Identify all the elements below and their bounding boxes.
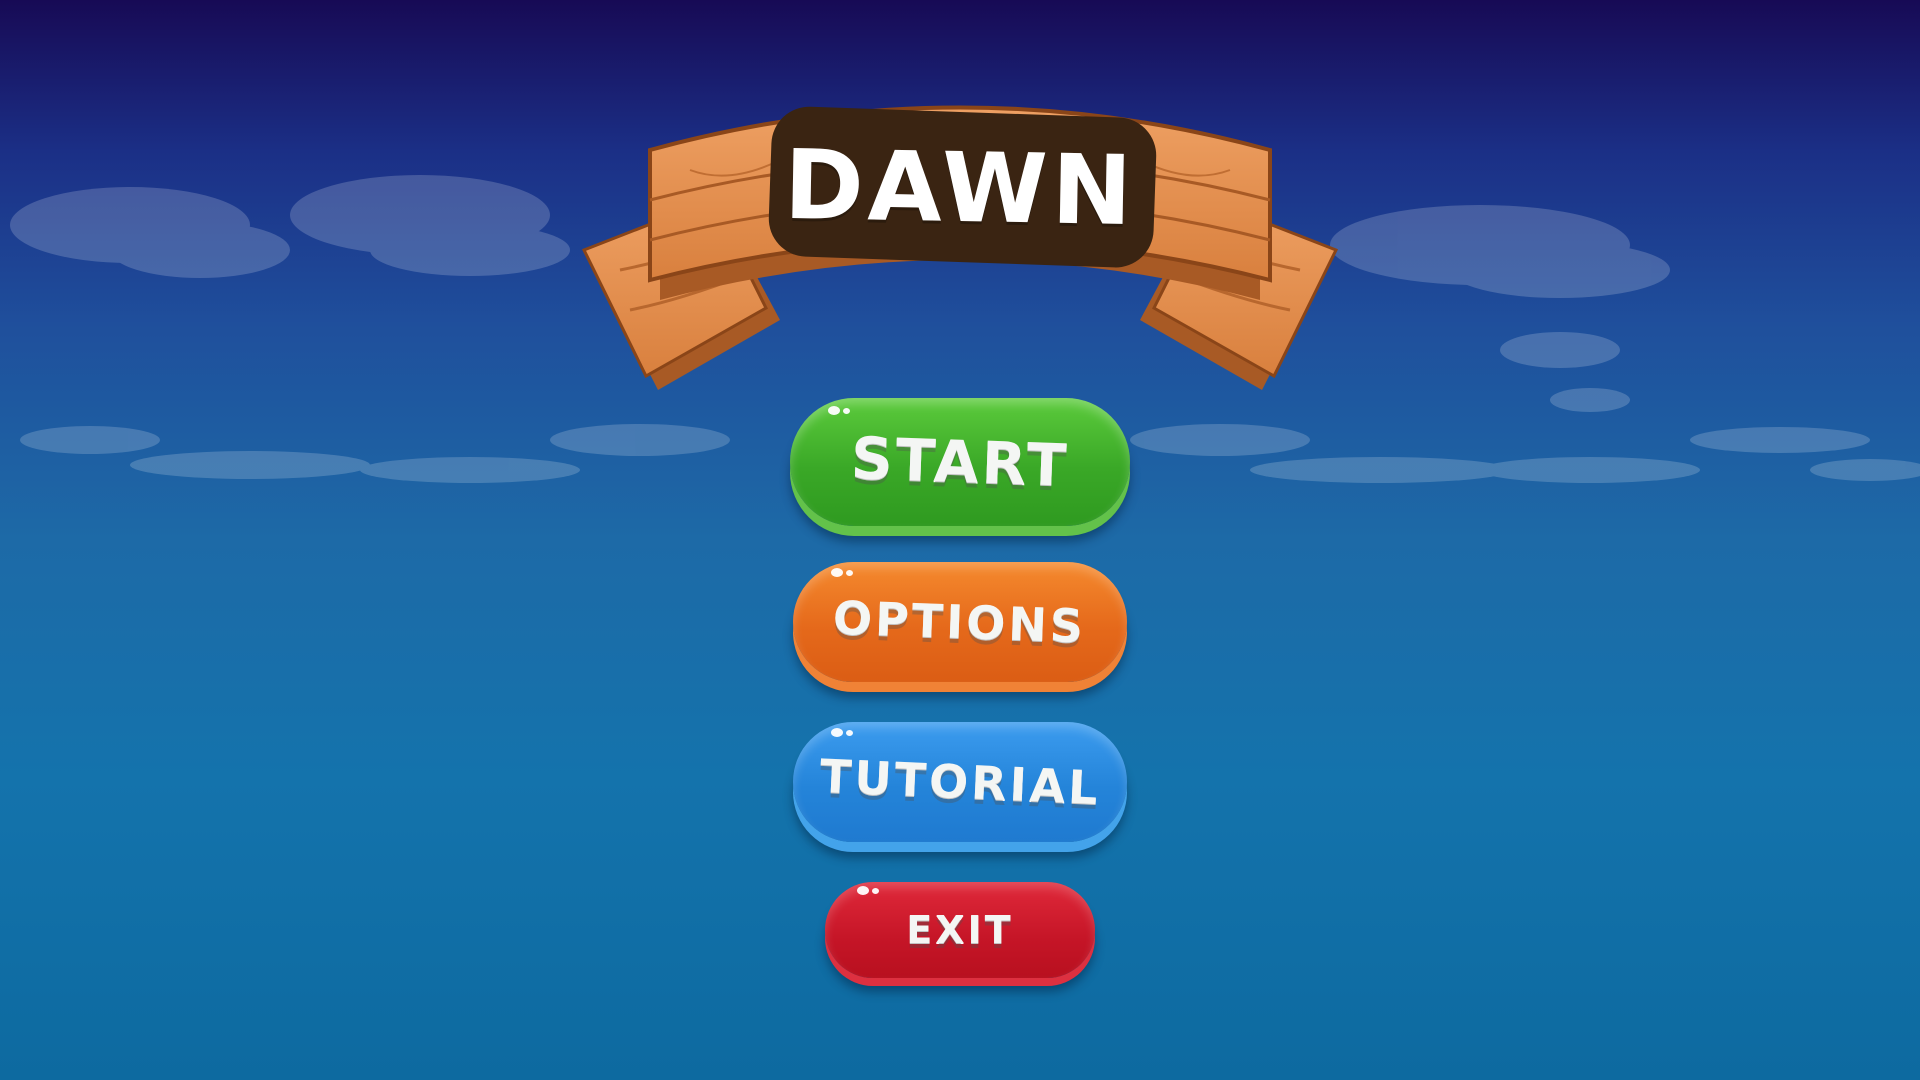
options-button-label: OPTIONS xyxy=(832,590,1088,654)
gloss-highlight xyxy=(831,728,853,737)
exit-button-label: EXIT xyxy=(906,908,1014,952)
exit-button[interactable]: EXIT xyxy=(825,882,1095,978)
gloss-highlight xyxy=(857,886,879,895)
tutorial-button[interactable]: TUTORIAL xyxy=(793,722,1127,842)
game-title: DAWN xyxy=(783,128,1137,248)
gloss-highlight xyxy=(831,568,853,577)
start-button[interactable]: START xyxy=(790,398,1130,526)
tutorial-button-label: TUTORIAL xyxy=(818,748,1102,816)
gloss-highlight xyxy=(828,406,850,415)
start-button-label: START xyxy=(849,424,1071,500)
options-button[interactable]: OPTIONS xyxy=(793,562,1127,682)
